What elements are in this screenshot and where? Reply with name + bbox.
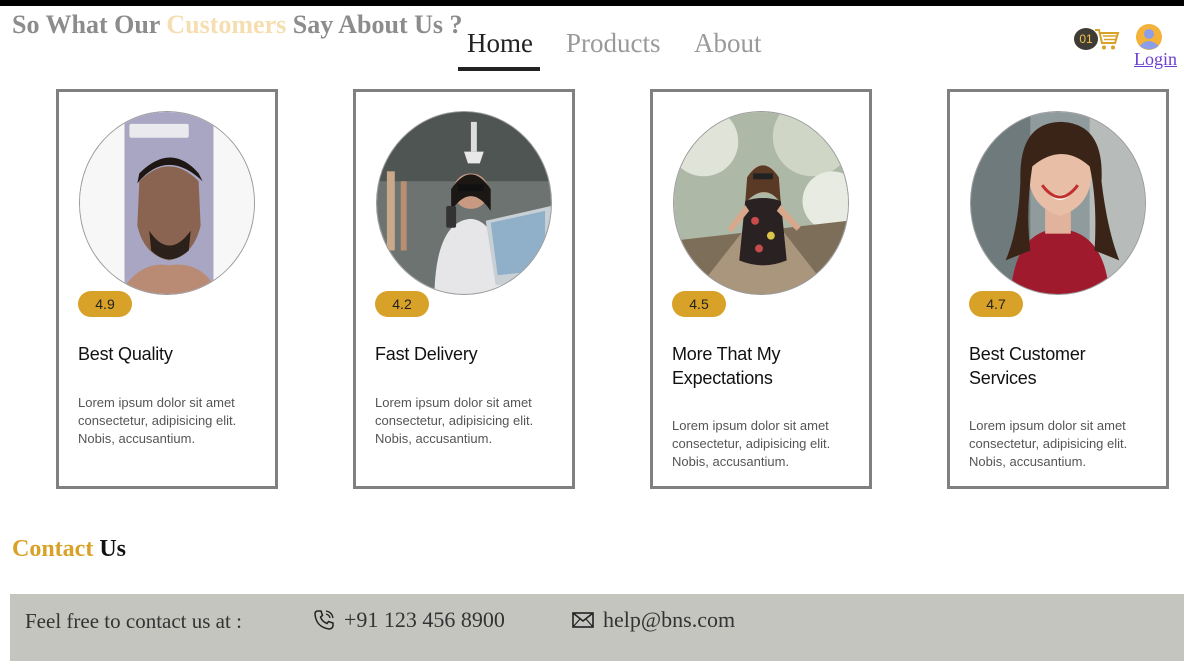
customer-photo (79, 111, 255, 295)
phone-icon (314, 610, 334, 630)
card-title: Fast Delivery (375, 344, 478, 364)
nav-products[interactable]: Products (566, 26, 661, 60)
phone-number: +91 123 456 8900 (344, 607, 505, 632)
login-link[interactable]: Login (1134, 49, 1180, 70)
rating-badge: 4.9 (78, 291, 132, 317)
testimonial-card: 4.7 Best Customer Services Lorem ipsum d… (947, 89, 1169, 489)
contact-email[interactable]: help@bns.com (571, 607, 735, 637)
contact-title: Contact Us (12, 536, 126, 562)
card-text: Lorem ipsum dolor sit amet consectetur, … (969, 418, 1128, 469)
cart-button[interactable]: 01 (1074, 24, 1120, 54)
customer-photo (673, 111, 849, 295)
card-text: Lorem ipsum dolor sit amet consectetur, … (78, 395, 237, 446)
rating-badge: 4.2 (375, 291, 429, 317)
testimonial-card: 4.2 Fast Delivery Lorem ipsum dolor sit … (353, 89, 575, 489)
email-address: help@bns.com (603, 607, 736, 632)
card-text: Lorem ipsum dolor sit amet consectetur, … (672, 418, 831, 469)
user-menu[interactable]: Login (1134, 24, 1180, 70)
nav-active-underline (458, 67, 540, 71)
shopping-cart-icon (1095, 29, 1120, 50)
testimonial-card: 4.9 Best Quality Lorem ipsum dolor sit a… (56, 89, 278, 489)
testimonial-card: 4.5 More That My Expectations Lorem ipsu… (650, 89, 872, 489)
nav-about[interactable]: About (694, 26, 762, 60)
rating-badge: 4.5 (672, 291, 726, 317)
nav-home[interactable]: Home (467, 26, 533, 60)
customer-photo (376, 111, 552, 295)
contact-lead-text: Feel free to contact us at : (25, 609, 242, 633)
customer-photo (970, 111, 1146, 295)
top-border (0, 0, 1184, 6)
rating-badge: 4.7 (969, 291, 1023, 317)
card-text: Lorem ipsum dolor sit amet consectetur, … (375, 395, 534, 446)
user-avatar-icon (1136, 24, 1162, 50)
contact-bar: Feel free to contact us at : +91 123 456… (10, 594, 1184, 661)
section-title: So What Our Customers Say About Us ? (12, 10, 463, 39)
card-title: Best Quality (78, 344, 173, 364)
contact-phone[interactable]: +91 123 456 8900 (312, 607, 505, 637)
envelope-icon (572, 612, 594, 628)
card-title: Best Customer Services (969, 344, 1086, 388)
card-title: More That My Expectations (672, 344, 781, 388)
